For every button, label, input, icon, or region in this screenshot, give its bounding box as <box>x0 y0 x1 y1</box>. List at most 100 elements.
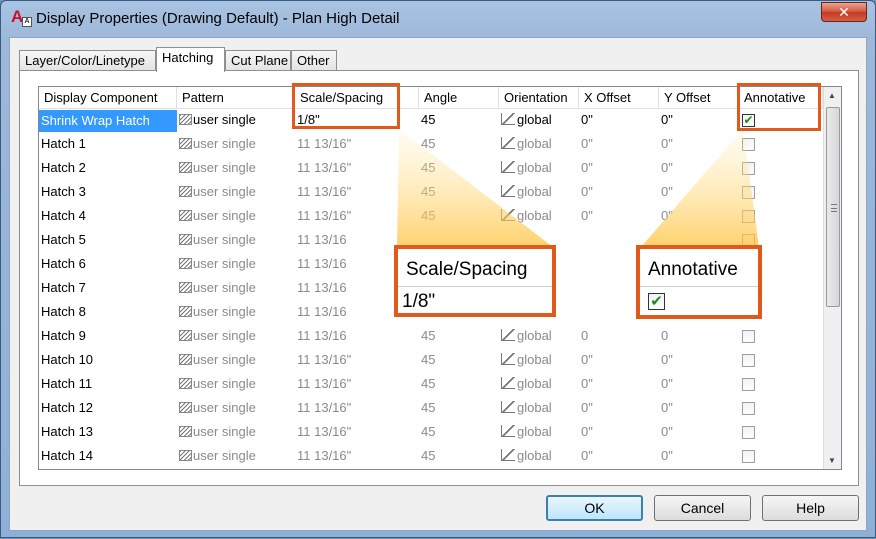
cell-angle[interactable]: 45 <box>419 109 499 133</box>
annotative-checkbox[interactable] <box>742 354 755 367</box>
cell-x[interactable]: 0" <box>579 397 659 421</box>
tab-layer-color-linetype[interactable]: Layer/Color/Linetype <box>19 50 156 71</box>
close-button[interactable]: ✕ <box>821 2 867 22</box>
tab-hatching[interactable]: Hatching <box>156 47 225 72</box>
cell-display-component[interactable]: Hatch 10 <box>39 349 177 373</box>
cell-y[interactable]: 0 <box>659 325 739 349</box>
cell-angle[interactable]: 45 <box>419 205 499 229</box>
cell-scale[interactable]: 11 13/16 <box>295 325 419 349</box>
cell-display-component[interactable]: Hatch 12 <box>39 397 177 421</box>
ok-button[interactable]: OK <box>546 495 643 521</box>
cell-pattern[interactable]: user single <box>177 301 295 325</box>
table-row[interactable]: Hatch 12 user single 11 13/16" 45 global 0" 0" <box>39 397 823 421</box>
title-bar[interactable]: AA Display Properties (Drawing Default) … <box>1 1 875 37</box>
cell-y[interactable]: 0" <box>659 205 739 229</box>
cell-scale[interactable]: 11 13/16" <box>295 133 419 157</box>
cell-angle[interactable]: 45 <box>419 373 499 397</box>
column-display-component[interactable]: Display Component <box>39 87 177 109</box>
cell-x[interactable]: 0" <box>579 373 659 397</box>
cell-orientation[interactable]: global <box>499 421 579 445</box>
scroll-up-icon[interactable]: ▲ <box>828 91 836 100</box>
column-angle[interactable]: Angle <box>419 87 499 109</box>
cell-x[interactable]: 0" <box>579 157 659 181</box>
tab-other[interactable]: Other <box>291 50 337 71</box>
cell-scale[interactable]: 11 13/16" <box>295 205 419 229</box>
cell-scale[interactable]: 11 13/16" <box>295 397 419 421</box>
cell-scale[interactable]: 11 13/16" <box>295 349 419 373</box>
cell-scale[interactable]: 11 13/16" <box>295 157 419 181</box>
cell-x[interactable]: 0 <box>579 325 659 349</box>
cell-pattern[interactable]: user single <box>177 253 295 277</box>
column-y-offset[interactable]: Y Offset <box>659 87 739 109</box>
cell-display-component[interactable]: Hatch 8 <box>39 301 177 325</box>
cell-x[interactable]: 0" <box>579 133 659 157</box>
cell-pattern[interactable]: user single <box>177 205 295 229</box>
cell-orientation[interactable]: global <box>499 157 579 181</box>
cell-pattern[interactable]: user single <box>177 445 295 469</box>
cell-orientation[interactable]: global <box>499 445 579 469</box>
column-orientation[interactable]: Orientation <box>499 87 579 109</box>
cell-display-component[interactable]: Hatch 1 <box>39 133 177 157</box>
cell-pattern[interactable]: user single <box>177 325 295 349</box>
cell-pattern[interactable]: user single <box>177 133 295 157</box>
cell-y[interactable]: 0" <box>659 349 739 373</box>
table-row[interactable]: Hatch 1 user single 11 13/16" 45 global 0" 0" <box>39 133 823 157</box>
annotative-checkbox[interactable] <box>742 330 755 343</box>
cell-pattern[interactable]: user single <box>177 421 295 445</box>
cell-scale[interactable]: 11 13/16" <box>295 445 419 469</box>
column-x-offset[interactable]: X Offset <box>579 87 659 109</box>
cell-y[interactable]: 0" <box>659 133 739 157</box>
cell-x[interactable]: 0" <box>579 109 659 133</box>
cell-x[interactable]: 0" <box>579 445 659 469</box>
cell-display-component[interactable]: Hatch 13 <box>39 421 177 445</box>
cell-scale[interactable]: 11 13/16" <box>295 421 419 445</box>
annotative-checkbox[interactable] <box>742 210 755 223</box>
cell-y[interactable]: 0" <box>659 445 739 469</box>
cell-x[interactable]: 0" <box>579 421 659 445</box>
cell-display-component[interactable]: Hatch 6 <box>39 253 177 277</box>
cell-orientation[interactable]: global <box>499 109 579 133</box>
cell-x[interactable]: 0" <box>579 349 659 373</box>
annotative-checkbox[interactable] <box>742 162 755 175</box>
cell-angle[interactable]: 45 <box>419 397 499 421</box>
vertical-scrollbar[interactable]: ▲ ▼ <box>823 87 841 469</box>
table-row[interactable]: Hatch 14 user single 11 13/16" 45 global 0" 0" <box>39 445 823 469</box>
table-row[interactable]: Hatch 9 user single 11 13/16 45 global 0 0 <box>39 325 823 349</box>
cell-display-component[interactable]: Hatch 3 <box>39 181 177 205</box>
cell-scale[interactable]: 11 13/16" <box>295 373 419 397</box>
cell-display-component[interactable]: Hatch 14 <box>39 445 177 469</box>
cell-pattern[interactable]: user single <box>177 229 295 253</box>
table-row[interactable]: Hatch 10 user single 11 13/16" 45 global 0" 0" <box>39 349 823 373</box>
cell-y[interactable]: 0" <box>659 373 739 397</box>
cell-orientation[interactable]: global <box>499 205 579 229</box>
cell-angle[interactable]: 45 <box>419 349 499 373</box>
column-pattern[interactable]: Pattern <box>177 87 295 109</box>
table-row[interactable]: Hatch 3 user single 11 13/16" 45 global 0" 0" <box>39 181 823 205</box>
cell-orientation[interactable]: global <box>499 133 579 157</box>
cell-display-component[interactable]: Shrink Wrap Hatch <box>39 110 177 132</box>
table-row[interactable]: Hatch 13 user single 11 13/16" 45 global 0" 0" <box>39 421 823 445</box>
table-row[interactable]: Hatch 11 user single 11 13/16" 45 global 0" 0" <box>39 373 823 397</box>
cell-angle[interactable]: 45 <box>419 421 499 445</box>
cancel-button[interactable]: Cancel <box>654 495 751 521</box>
table-row[interactable]: Hatch 4 user single 11 13/16" 45 global 0" 0" <box>39 205 823 229</box>
cell-pattern[interactable]: user single <box>177 373 295 397</box>
cell-pattern[interactable]: user single <box>177 181 295 205</box>
cell-orientation[interactable]: global <box>499 397 579 421</box>
annotative-checkbox[interactable] <box>742 402 755 415</box>
cell-display-component[interactable]: Hatch 11 <box>39 373 177 397</box>
cell-display-component[interactable]: Hatch 9 <box>39 325 177 349</box>
cell-x[interactable]: 0" <box>579 181 659 205</box>
scroll-down-icon[interactable]: ▼ <box>828 456 836 465</box>
cell-y[interactable]: 0" <box>659 181 739 205</box>
annotative-checkbox[interactable] <box>742 378 755 391</box>
cell-angle[interactable]: 45 <box>419 181 499 205</box>
cell-angle[interactable]: 45 <box>419 445 499 469</box>
cell-y[interactable]: 0" <box>659 397 739 421</box>
cell-pattern[interactable]: user single <box>177 397 295 421</box>
cell-y[interactable]: 0" <box>659 157 739 181</box>
help-button[interactable]: Help <box>762 495 859 521</box>
cell-angle[interactable]: 45 <box>419 157 499 181</box>
cell-display-component[interactable]: Hatch 4 <box>39 205 177 229</box>
scrollbar-thumb[interactable] <box>826 107 840 307</box>
